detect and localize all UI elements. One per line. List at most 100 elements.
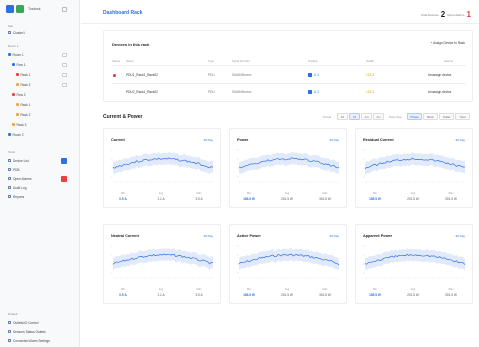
tree-item[interactable]: Rack 1 <box>16 102 30 107</box>
metric-stat-label: Min <box>120 288 126 291</box>
metric-card-period[interactable]: 30 Day <box>203 234 213 238</box>
metric-card-period[interactable]: 30 Day <box>329 234 339 238</box>
view-total[interactable]: Total <box>455 113 470 120</box>
metric-card-title: Current <box>111 138 125 142</box>
tool-item-label: Reports <box>13 194 25 199</box>
footer-link[interactable]: Outlets/IO Control <box>8 320 39 325</box>
tree-item-menu-button[interactable] <box>62 82 67 87</box>
footer-section-label: Default <box>8 312 18 316</box>
page-title: Dashboard Rack <box>103 10 143 16</box>
tree-item-label: Rack 1 <box>20 72 31 77</box>
tree-item-menu-button[interactable] <box>62 62 67 67</box>
tree-item[interactable]: Rack 2 <box>16 112 30 117</box>
metric-stat-value: 0.5 A <box>119 292 127 297</box>
metric-stat: Avg 201.5 W <box>398 192 428 201</box>
tree-item[interactable]: Room 2 <box>8 132 24 137</box>
metric-card-period[interactable]: 30 Day <box>455 138 465 142</box>
tree-item-label: Rack 3 <box>16 122 27 127</box>
metric-stat-label: Avg <box>284 288 290 291</box>
site-item[interactable]: Cluster1 <box>8 30 25 35</box>
device-position: U 2 <box>314 90 319 94</box>
metric-card-period[interactable]: 30 Day <box>455 234 465 238</box>
metric-stat-label: Avg <box>410 288 416 291</box>
tool-item[interactable]: Audit Log <box>8 185 26 190</box>
metric-stat-label: Avg <box>410 192 416 195</box>
metric-sparkline <box>237 245 340 279</box>
footer-link-label: Outlets/IO Control <box>13 320 39 325</box>
tree-item[interactable]: Rack 1 <box>16 72 30 77</box>
metric-stat-value: 201.5 W <box>407 196 419 201</box>
tool-item[interactable]: Reports <box>8 194 24 199</box>
tree-item-menu-button[interactable] <box>62 52 67 57</box>
bell-icon <box>8 177 11 180</box>
site-item-label: Cluster1 <box>13 30 25 35</box>
col-type: Type <box>208 59 215 63</box>
status-dot-icon <box>16 103 19 106</box>
device-name[interactable]: PDU2_Rack1_Rack02 <box>126 90 158 94</box>
metric-stat: Avg 1.1 A <box>146 192 176 201</box>
tool-item[interactable]: Device List <box>8 158 29 163</box>
metric-card[interactable]: Current 30 Day Min 0.5 A Avg 1.1 A Max 3.5 A <box>103 128 221 208</box>
tree-item[interactable]: Row 1 <box>12 62 26 67</box>
metric-card[interactable]: Apparent Power 30 Day Min 185.5 W Avg 201.5 W… <box>355 224 473 304</box>
status-dot-icon <box>12 63 15 66</box>
metric-card[interactable]: Active Power 30 Day Min 185.5 W Avg 201.5 W Ma… <box>229 224 347 304</box>
metric-card-period[interactable]: 30 Day <box>329 138 339 142</box>
tree-item-label: Rack 2 <box>20 82 31 87</box>
metric-card[interactable]: Neutral Current 30 Day Min 0.5 A Avg 1.1 A Max… <box>103 224 221 304</box>
tree-item[interactable]: Rack 2 <box>16 82 30 87</box>
device-serial: SN4849xxxxx <box>232 73 252 77</box>
data-view-label: Data View <box>389 115 402 119</box>
metric-stat: Min 185.5 W <box>360 192 390 201</box>
report-icon <box>8 195 11 198</box>
view-phase[interactable]: Phase <box>407 113 422 120</box>
range-1m[interactable]: 1m <box>361 113 372 120</box>
device-health: 123.3 <box>366 73 374 77</box>
open-alarms-count: 1 <box>466 10 471 19</box>
range-band <box>113 247 213 271</box>
tree-item-label: Row 1 <box>16 62 26 67</box>
metric-stat: Avg 201.5 W <box>272 192 302 201</box>
footer-link[interactable]: Connected Alarm Settings <box>8 338 50 343</box>
metric-stat: Max 301.5 W <box>310 288 340 297</box>
metric-card[interactable]: Power 30 Day Min 185.5 W Avg 201.5 W Max 301.5 … <box>229 128 347 208</box>
collapse-sidebar-button[interactable] <box>62 7 67 12</box>
footer-link[interactable]: Sensors Status Outlets <box>8 329 46 334</box>
metric-card[interactable]: Residual Current 30 Day Min 185.5 W Avg 201.5… <box>355 128 473 208</box>
unassign-button[interactable]: Unassign device <box>428 90 451 94</box>
tool-item[interactable]: PDB <box>8 167 20 172</box>
tree-item-menu-button[interactable] <box>62 72 67 77</box>
metric-sparkline <box>363 245 466 279</box>
tree-item[interactable]: Row 2 <box>12 92 26 97</box>
col-health: Health <box>366 59 375 63</box>
unassign-button[interactable]: Unassign device <box>428 73 451 77</box>
metric-stat-label: Min <box>246 192 252 195</box>
assign-device-button[interactable]: + Assign Device to Rack <box>431 41 465 45</box>
tree-item-label: Room 2 <box>12 132 24 137</box>
metric-card-title: Residual Current <box>363 138 394 142</box>
range-7d[interactable]: 7d <box>349 113 360 120</box>
footer-link-label: Connected Alarm Settings <box>13 338 50 343</box>
metric-card-period[interactable]: 30 Day <box>203 138 213 142</box>
device-name[interactable]: PDU1_Rack1_Rack02 <box>126 73 158 77</box>
top-bar: Dashboard Rack Total Devices 2 Open Alar… <box>81 0 479 24</box>
logo-mark-secondary-icon <box>16 5 24 13</box>
metric-stat: Min 185.5 W <box>234 288 264 297</box>
range-1d[interactable]: 1d <box>337 113 348 120</box>
range-3m[interactable]: 3m <box>373 113 384 120</box>
metric-stat-label: Avg <box>158 288 164 291</box>
tree-item[interactable]: Rack 3 <box>12 122 26 127</box>
tree-item-label: Room 1 <box>12 52 24 57</box>
metric-stat-value: 201.5 W <box>407 292 419 297</box>
footer-link-label: Sensors Status Outlets <box>13 329 46 334</box>
range-band <box>239 151 339 174</box>
metric-stat-value: 185.5 W <box>243 292 255 297</box>
tool-item[interactable]: Open Alarms <box>8 176 31 181</box>
view-outlet[interactable]: Outlet <box>439 113 454 120</box>
metric-stat-value: 0.5 A <box>119 196 127 201</box>
brand-logo[interactable]: Tradesk <box>6 5 41 13</box>
status-dot-icon <box>16 113 19 116</box>
tool-item-label: Audit Log <box>13 185 27 190</box>
tree-item[interactable]: Room 1 <box>8 52 24 57</box>
view-bank[interactable]: Bank <box>423 113 438 120</box>
